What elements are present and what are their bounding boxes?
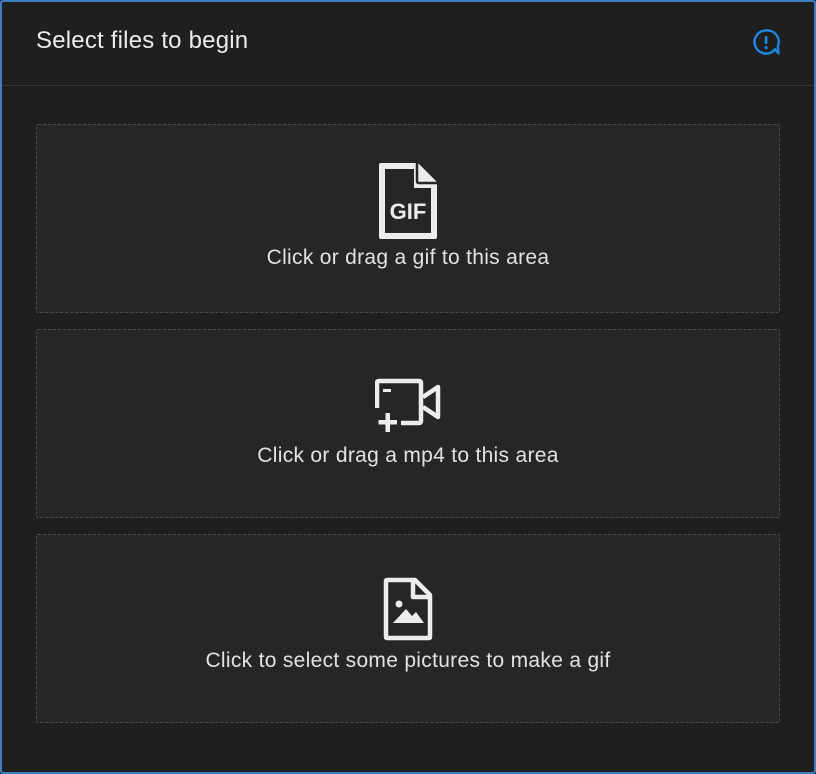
image-file-icon xyxy=(382,577,434,641)
panel-header: Select files to begin xyxy=(2,2,814,86)
page-title: Select files to begin xyxy=(36,27,249,54)
pictures-select-zone[interactable]: Click to select some pictures to make a … xyxy=(36,534,780,723)
gif-file-icon: GIF xyxy=(376,161,440,241)
mp4-drop-zone[interactable]: Click or drag a mp4 to this area xyxy=(36,329,780,518)
upload-panel: Select files to begin GIF Click or drag … xyxy=(0,0,816,774)
mp4-drop-label: Click or drag a mp4 to this area xyxy=(257,444,559,467)
svg-text:GIF: GIF xyxy=(390,199,427,224)
feedback-info-icon[interactable] xyxy=(751,27,781,57)
gif-drop-zone[interactable]: GIF Click or drag a gif to this area xyxy=(36,124,780,313)
pictures-select-label: Click to select some pictures to make a … xyxy=(205,649,611,672)
video-add-icon xyxy=(374,378,441,434)
gif-drop-label: Click or drag a gif to this area xyxy=(266,246,550,269)
